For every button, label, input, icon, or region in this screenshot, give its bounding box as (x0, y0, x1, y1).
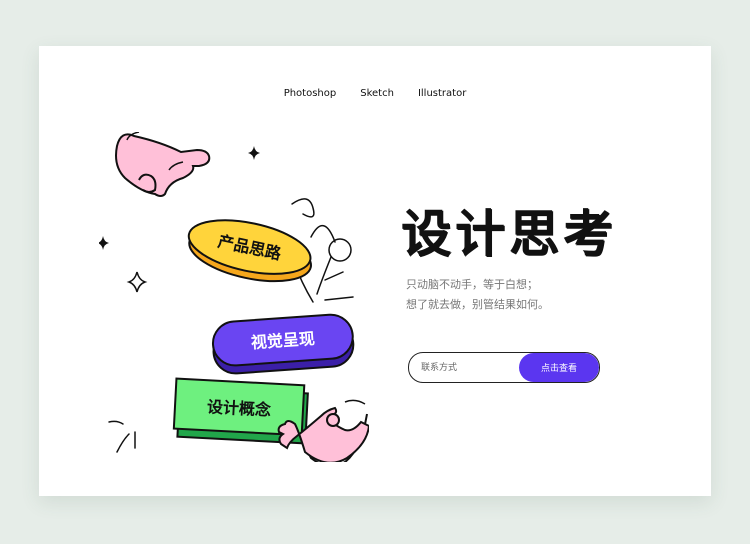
description-line: 想了就去做，别管结果如何。 (406, 298, 549, 311)
description-line: 只动脑不动手，等于白想； (406, 278, 538, 291)
top-hand-illustration (115, 132, 211, 197)
nav-link-sketch[interactable]: Sketch (360, 88, 394, 99)
contact-form: 点击查看 (408, 352, 600, 383)
pill-product-idea: 产品思路 (187, 219, 312, 283)
sparkle-icon (248, 146, 260, 160)
sparkle-icon (126, 271, 148, 293)
hero-description: 只动脑不动手，等于白想； 想了就去做，别管结果如何。 (406, 275, 549, 315)
nav-link-illustrator[interactable]: Illustrator (418, 88, 466, 99)
view-button[interactable]: 点击查看 (519, 353, 599, 382)
pill-label-concept: 设计概念 (207, 397, 273, 419)
contact-input[interactable] (409, 353, 519, 382)
hero-title: 设计思考 (401, 205, 617, 263)
sparkle-icon (99, 236, 109, 250)
pill-visual-presentation: 视觉呈现 (211, 313, 355, 375)
top-nav: Photoshop Sketch Illustrator (39, 88, 711, 99)
main-card: Photoshop Sketch Illustrator 产品思路 视觉呈现 设… (39, 46, 711, 496)
hero-illustration: 产品思路 视觉呈现 设计概念 (99, 132, 369, 462)
nav-link-photoshop[interactable]: Photoshop (284, 88, 337, 99)
